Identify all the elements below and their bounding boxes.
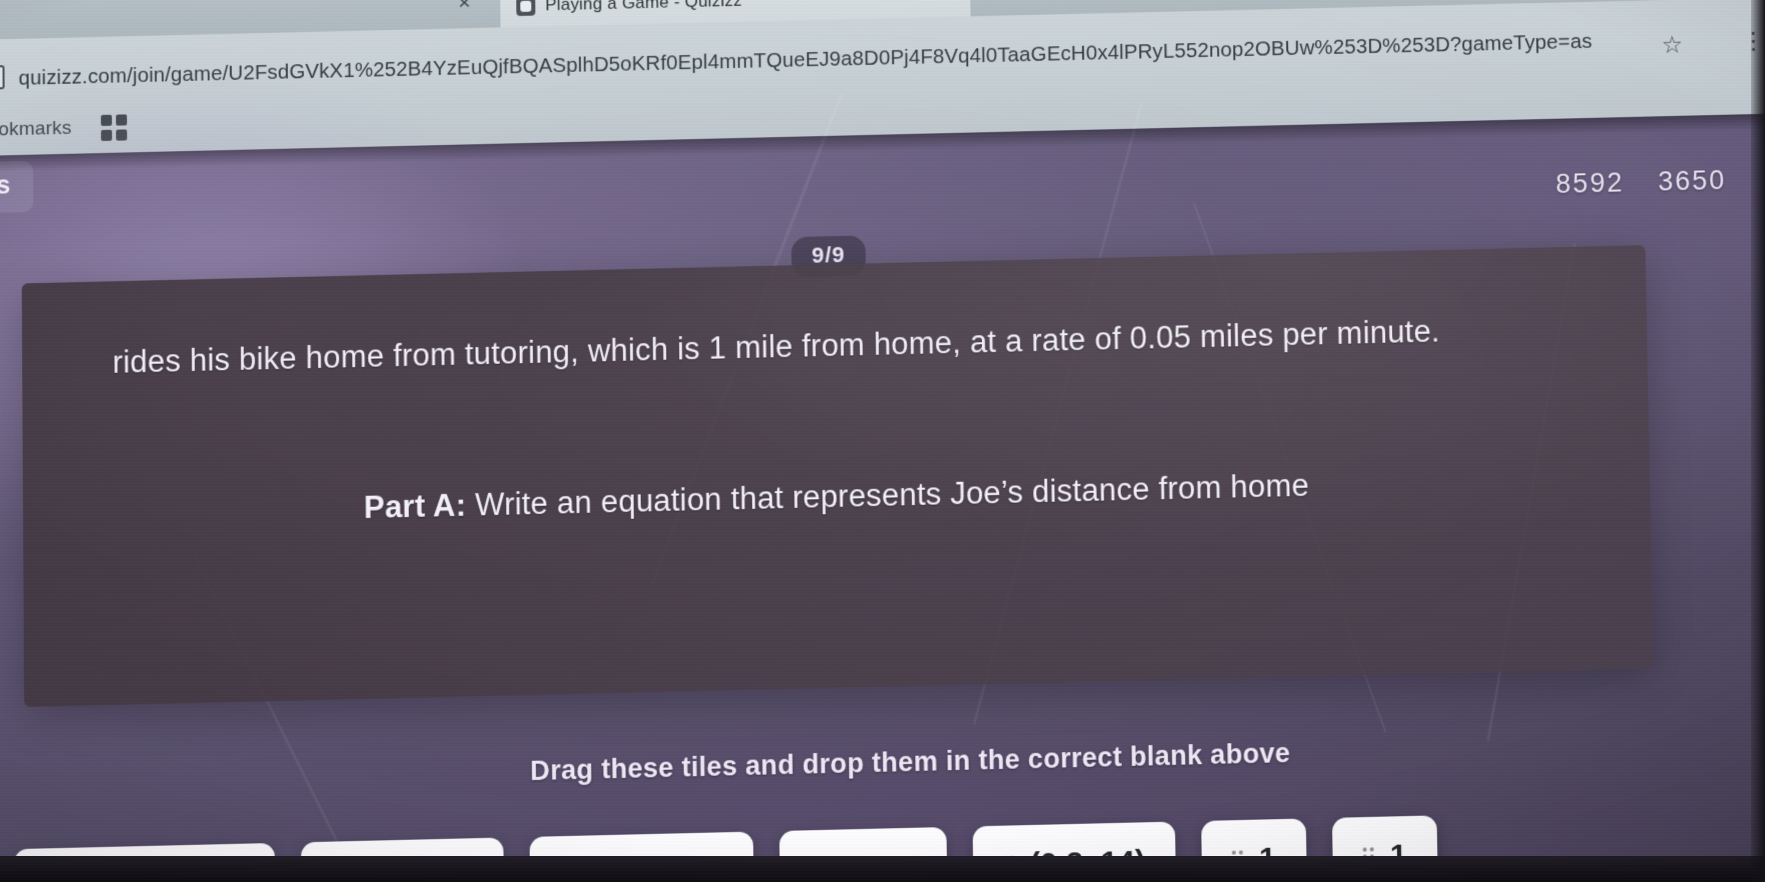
quizizz-favicon (516, 0, 536, 16)
photo-right-edge (1751, 0, 1765, 882)
tab-close-icon[interactable]: × (458, 0, 470, 14)
bookmarks-label[interactable]: bookmarks (0, 118, 72, 142)
nav-chip-label: nus (0, 171, 11, 201)
question-text: rides his bike home from tutoring, which… (112, 313, 1441, 380)
screen-content: × Playing a Game - Quizizz + quizizz.com… (0, 0, 1765, 882)
question-part-a: Part A: Write an equation that represent… (23, 454, 1650, 539)
site-info-icon[interactable] (0, 65, 5, 90)
score-secondary: 3650 (1657, 164, 1727, 197)
monitor-photo: × Playing a Game - Quizizz + quizizz.com… (0, 0, 1765, 882)
photo-bottom-edge (0, 856, 1765, 882)
drag-instruction: Drag these tiles and drop them in the co… (530, 737, 1291, 787)
score-primary: 8592 (1555, 167, 1625, 200)
bookmark-star-icon[interactable]: ☆ (1661, 32, 1683, 60)
part-a-text: Write an equation that represents Joe’s … (466, 467, 1310, 523)
quizizz-game-area: nus 8592 3650 9/9 rides his bike home fr… (0, 42, 1765, 882)
score-display: 8592 3650 (1555, 165, 1726, 200)
question-card: rides his bike home from tutoring, which… (21, 245, 1654, 708)
tab-title: Playing a Game - Quizizz (545, 0, 743, 15)
new-tab-button[interactable]: + (990, 0, 1005, 4)
part-a-label: Part A: (363, 487, 467, 526)
apps-grid-icon[interactable] (100, 114, 128, 142)
